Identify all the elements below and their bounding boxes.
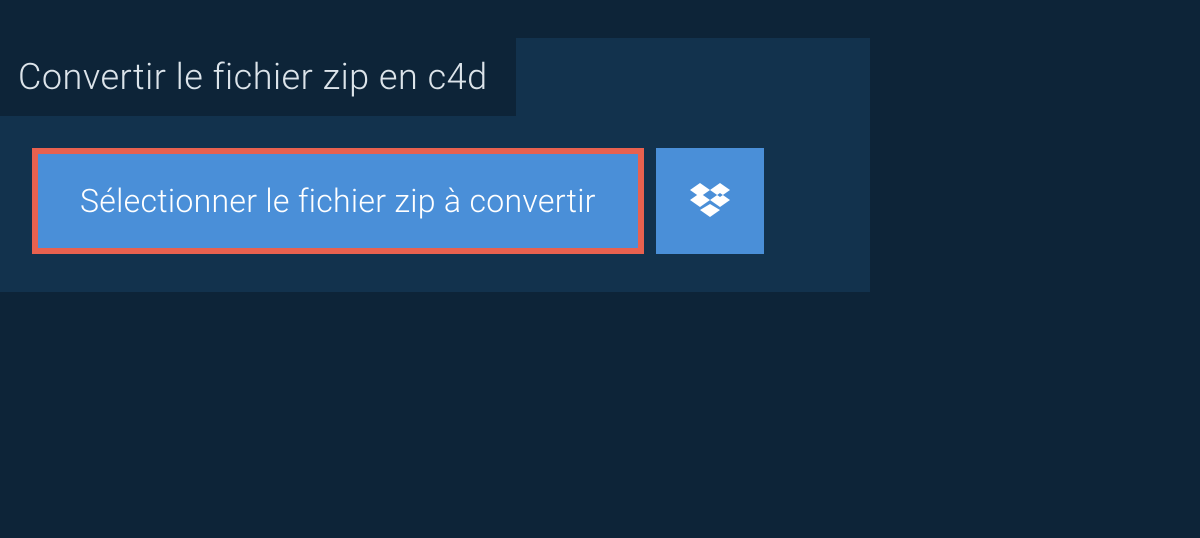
dropbox-button[interactable] (656, 148, 764, 254)
title-bar: Convertir le fichier zip en c4d (0, 38, 516, 116)
converter-panel: Convertir le fichier zip en c4d Sélectio… (0, 38, 870, 292)
dropbox-icon (690, 183, 730, 219)
select-file-button-label: Sélectionner le fichier zip à convertir (80, 182, 596, 220)
content-area: Sélectionner le fichier zip à convertir (0, 116, 870, 292)
button-row: Sélectionner le fichier zip à convertir (32, 148, 838, 254)
select-file-button[interactable]: Sélectionner le fichier zip à convertir (32, 148, 644, 254)
page-title: Convertir le fichier zip en c4d (18, 56, 488, 98)
